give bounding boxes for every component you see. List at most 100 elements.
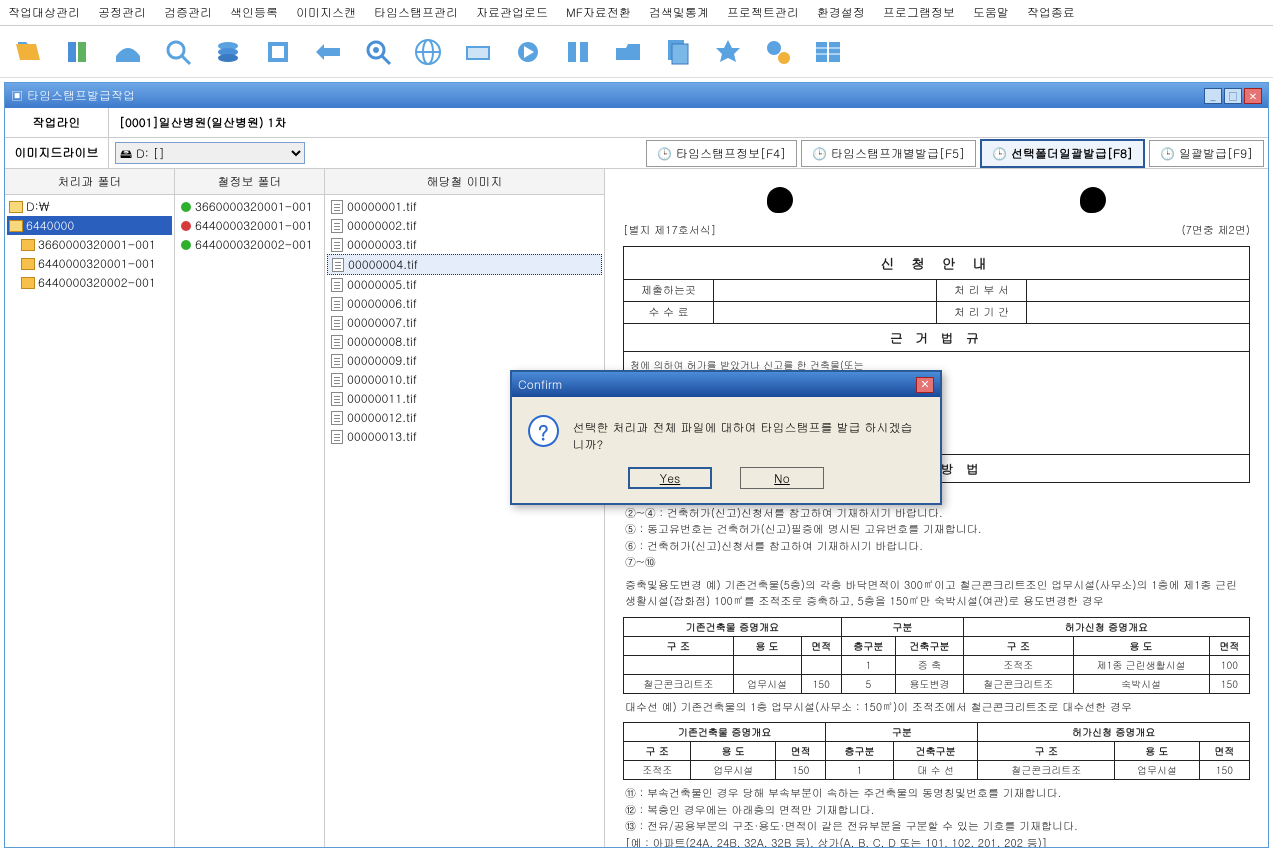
toolbar-btn-3[interactable] xyxy=(110,34,146,70)
menu-item[interactable]: 환경설정 xyxy=(817,4,865,21)
menu-item[interactable]: 작업종료 xyxy=(1027,4,1075,21)
status-dot-icon xyxy=(181,221,191,231)
menu-item[interactable]: 프로젝트관리 xyxy=(727,4,799,21)
tab-folder-batch-issue[interactable]: 🕒선택폴더일괄발급[F8] xyxy=(980,139,1145,168)
image-item[interactable]: 00000003.tif xyxy=(327,235,602,254)
page-icon xyxy=(331,430,343,444)
page-icon xyxy=(331,354,343,368)
yes-button[interactable]: Yes xyxy=(628,467,712,489)
folder-tree[interactable]: D:\ 6440000 3660000320001-001 6440000320… xyxy=(5,195,174,294)
tree-item[interactable]: 6440000320002-001 xyxy=(7,273,172,292)
image-item[interactable]: 00000008.tif xyxy=(327,332,602,351)
doc-page-info: (7면중 제2면) xyxy=(1181,223,1250,238)
status-dot-icon xyxy=(181,202,191,212)
menu-item[interactable]: 공정관리 xyxy=(98,4,146,21)
toolbar-btn-16[interactable] xyxy=(760,34,796,70)
clock-icon: 🕒 xyxy=(992,145,1007,162)
page-icon xyxy=(331,238,343,252)
image-item[interactable]: 00000006.tif xyxy=(327,294,602,313)
tab-batch-issue[interactable]: 🕒일괄발급[F9] xyxy=(1149,140,1264,167)
clock-icon: 🕒 xyxy=(812,145,827,162)
image-item[interactable]: 00000009.tif xyxy=(327,351,602,370)
menu-item[interactable]: 자료관업로드 xyxy=(476,4,548,21)
toolbar-btn-6[interactable] xyxy=(260,34,296,70)
folder-open-icon xyxy=(9,201,23,213)
menu-item[interactable]: 검증관리 xyxy=(164,4,212,21)
menu-item[interactable]: 작업대상관리 xyxy=(8,4,80,21)
clock-icon: 🕒 xyxy=(1160,145,1175,162)
document-preview: [별지 제17호서식] (7면중 제2면) 신 청 안 내 제출하는곳처 리 부… xyxy=(605,169,1268,847)
page-icon xyxy=(331,297,343,311)
tab-individual-issue[interactable]: 🕒타임스탬프개별발급[F5] xyxy=(801,140,976,167)
col2-header: 철정보 폴더 xyxy=(175,169,324,195)
folder-info-item[interactable]: 6440000320001-001 xyxy=(177,216,322,235)
toolbar xyxy=(0,26,1273,78)
toolbar-btn-4[interactable] xyxy=(160,34,196,70)
tree-item[interactable]: D:\ xyxy=(7,197,172,216)
drive-label: 이미지드라이브 xyxy=(5,138,109,168)
toolbar-btn-7[interactable] xyxy=(310,34,346,70)
maximize-button[interactable]: □ xyxy=(1224,88,1242,104)
menu-bar: 작업대상관리 공정관리 검증관리 색인등록 이미지스캔 타임스탬프관리 자료관업… xyxy=(0,0,1273,26)
page-icon xyxy=(331,373,343,387)
menu-item[interactable]: 이미지스캔 xyxy=(296,4,356,21)
toolbar-btn-9[interactable] xyxy=(410,34,446,70)
menu-item[interactable]: 프로그램정보 xyxy=(883,4,955,21)
menu-item[interactable]: 색인등록 xyxy=(230,4,278,21)
image-item[interactable]: 00000002.tif xyxy=(327,216,602,235)
image-item[interactable]: 00000007.tif xyxy=(327,313,602,332)
no-button[interactable]: No xyxy=(740,467,824,489)
doc-example-table-2: 기존건축물 증명개요구분허가신청 증명개요 구 조용 도면적층구분건축구분구 조… xyxy=(623,722,1250,780)
doc-form-number: [별지 제17호서식] xyxy=(623,223,716,238)
page-icon xyxy=(331,411,343,425)
toolbar-btn-13[interactable] xyxy=(610,34,646,70)
question-icon: ? xyxy=(528,415,559,447)
toolbar-btn-5[interactable] xyxy=(210,34,246,70)
drive-select[interactable]: 🖴 D: [] xyxy=(115,142,305,164)
status-dot-icon xyxy=(181,240,191,250)
page-icon xyxy=(331,392,343,406)
doc-example-table-1: 기존건축물 증명개요구분허가신청 증명개요 구 조용 도면적층구분건축구분구 조… xyxy=(623,617,1250,694)
dialog-close-button[interactable]: ✕ xyxy=(916,377,934,393)
menu-item[interactable]: 검색및통계 xyxy=(649,4,709,21)
toolbar-btn-15[interactable] xyxy=(710,34,746,70)
folder-info-list[interactable]: 3660000320001-001 6440000320001-001 6440… xyxy=(175,195,324,256)
image-item[interactable]: 00000004.tif xyxy=(327,254,602,275)
folder-icon xyxy=(21,258,35,270)
toolbar-btn-1[interactable] xyxy=(10,34,46,70)
doc-notes: ⑪ : 부속건축물인 경우 당해 부속부분이 속하는 주건축물의 동명칭및번호를… xyxy=(625,786,1248,847)
toolbar-btn-8[interactable] xyxy=(360,34,396,70)
inner-title-text: ▣ 타임스탬프발급작업 xyxy=(11,87,135,104)
toolbar-btn-2[interactable] xyxy=(60,34,96,70)
folder-icon xyxy=(21,239,35,251)
tree-item[interactable]: 3660000320001-001 xyxy=(7,235,172,254)
toolbar-btn-12[interactable] xyxy=(560,34,596,70)
page-icon xyxy=(331,219,343,233)
page-icon xyxy=(332,258,344,272)
page-icon xyxy=(331,335,343,349)
col3-header: 해당철 이미지 xyxy=(325,169,604,195)
inner-title-bar: ▣ 타임스탬프발급작업 _ □ ✕ xyxy=(5,83,1268,108)
stamp-mark-icon xyxy=(767,187,793,213)
menu-item[interactable]: MF자료전환 xyxy=(566,4,631,21)
dialog-message: 선택한 처리과 전체 파일에 대하여 타임스탬프를 발급 하시겠습니까? xyxy=(573,415,924,453)
tree-item[interactable]: 6440000 xyxy=(7,216,172,235)
stamp-mark-icon xyxy=(1080,187,1106,213)
folder-icon xyxy=(21,277,35,289)
image-item[interactable]: 00000001.tif xyxy=(327,197,602,216)
tree-item[interactable]: 6440000320001-001 xyxy=(7,254,172,273)
page-icon xyxy=(331,278,343,292)
toolbar-btn-14[interactable] xyxy=(660,34,696,70)
tab-timestamp-info[interactable]: 🕒타임스탬프정보[F4] xyxy=(646,140,797,167)
image-item[interactable]: 00000005.tif xyxy=(327,275,602,294)
toolbar-btn-11[interactable] xyxy=(510,34,546,70)
toolbar-btn-17[interactable] xyxy=(810,34,846,70)
page-icon xyxy=(331,316,343,330)
toolbar-btn-10[interactable] xyxy=(460,34,496,70)
menu-item[interactable]: 도움말 xyxy=(973,4,1009,21)
folder-info-item[interactable]: 6440000320002-001 xyxy=(177,235,322,254)
menu-item[interactable]: 타임스탬프관리 xyxy=(374,4,458,21)
folder-info-item[interactable]: 3660000320001-001 xyxy=(177,197,322,216)
close-button[interactable]: ✕ xyxy=(1244,88,1262,104)
minimize-button[interactable]: _ xyxy=(1204,88,1222,104)
